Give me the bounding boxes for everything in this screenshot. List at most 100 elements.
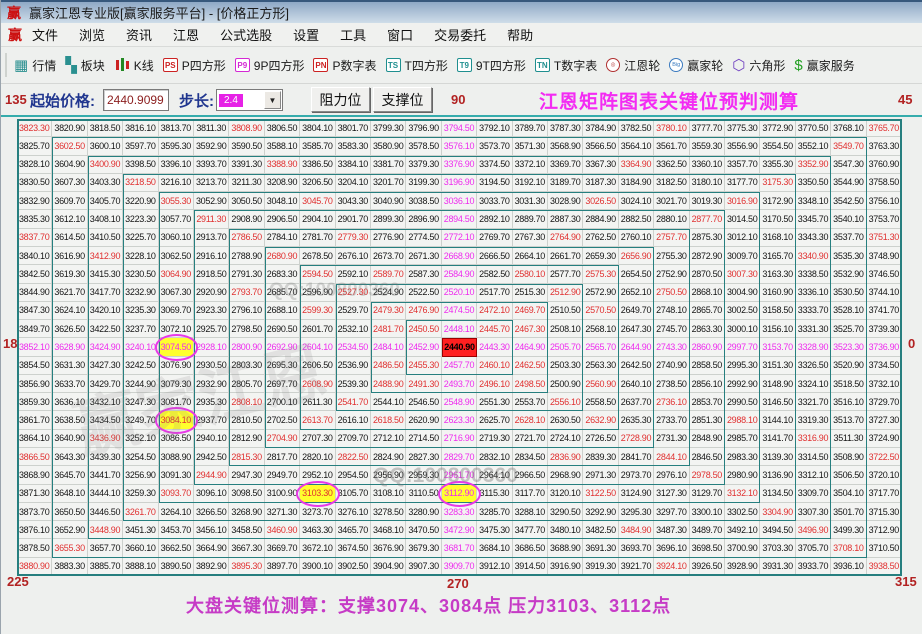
grid-cell: 3446.50 <box>87 502 124 522</box>
toolbar-button-liujiaoxing[interactable]: ⬡ 六角形 <box>732 57 785 74</box>
grid-cell: 3372.10 <box>512 155 548 174</box>
grid-cell: 2714.50 <box>406 429 442 449</box>
grid-cell: 3585.70 <box>300 137 336 156</box>
grid-cell: 2904.10 <box>300 210 336 229</box>
grid-cell: 2474.50 <box>441 301 478 321</box>
grid-cell: 3720.10 <box>866 466 902 485</box>
grid-cell: 2868.10 <box>689 283 725 302</box>
grid-cell: 3825.70 <box>17 137 53 156</box>
grid-cell: 2800.90 <box>229 338 265 357</box>
grid-cell: 3660.10 <box>123 539 159 558</box>
grid-cell: 3343.30 <box>795 228 832 247</box>
grid-cell: 2589.70 <box>371 265 407 284</box>
menu-item-3[interactable]: 江恩 <box>173 25 199 44</box>
grid-cell: 3494.50 <box>760 521 796 540</box>
grid-cell: 3513.70 <box>831 411 867 430</box>
grid-cell: 3067.30 <box>158 283 194 302</box>
start-price-input[interactable]: 2440.9099 <box>103 89 169 111</box>
grid-cell: 3396.10 <box>158 155 194 174</box>
grid-cell: 3451.30 <box>123 521 159 540</box>
grid-cell: 3038.50 <box>406 192 442 211</box>
grid-cell: 2546.50 <box>406 393 442 412</box>
toolbar-button-yingjialun[interactable]: Big 赢家轮 <box>669 57 723 74</box>
resistance-button[interactable]: 阻力位 <box>311 87 370 112</box>
grid-cell: 2966.50 <box>512 466 548 485</box>
grid-cell: 2577.70 <box>548 265 584 284</box>
grid-cell: 3261.70 <box>123 502 159 522</box>
toolbar-button-psifang[interactable]: PS P四方形 <box>162 57 226 74</box>
grid-cell: 2899.30 <box>371 210 407 229</box>
toolbar-label: T四方形 <box>404 58 448 73</box>
menu-item-6[interactable]: 工具 <box>340 25 366 44</box>
menu-item-5[interactable]: 设置 <box>293 25 319 44</box>
grid-cell: 3218.50 <box>123 173 159 193</box>
grid-cell: 3256.90 <box>123 466 159 485</box>
grid-cell: 3549.70 <box>831 137 867 156</box>
grid-cell: 2443.30 <box>477 338 513 357</box>
grid-cell: 2611.30 <box>300 393 336 412</box>
grid-cell: 2661.70 <box>548 246 584 266</box>
grid-cell: 3674.50 <box>335 539 371 558</box>
grid-cell: 3916.90 <box>548 557 584 576</box>
grid-cell: 3648.10 <box>52 484 88 503</box>
toolbar-button-fuwu[interactable]: $ 赢家服务 <box>794 57 854 74</box>
grid-cell: 2983.30 <box>725 448 761 467</box>
toolbar-button-tsifang[interactable]: TS T四方形 <box>385 57 448 74</box>
toolbar-button-9tsifang[interactable]: T9 9T四方形 <box>456 57 526 74</box>
toolbar-button-9psifang[interactable]: P9 9P四方形 <box>234 57 305 74</box>
step-dropdown[interactable]: 2.4 ▼ <box>216 89 283 111</box>
toolbar-label: 9P四方形 <box>253 58 305 73</box>
toolbar-button-tshuzi[interactable]: TN T数字表 <box>534 57 597 74</box>
grid-cell: 2731.30 <box>654 429 690 449</box>
menu-item-9[interactable]: 帮助 <box>507 25 533 44</box>
grid-cell: 2935.30 <box>194 393 230 412</box>
toolbar-button-pshuzi[interactable]: PN P数字表 <box>313 57 377 74</box>
grid-cell: 3619.30 <box>52 265 88 284</box>
grid-cell: 3878.50 <box>17 539 53 558</box>
grid-cell: 2656.90 <box>618 246 655 266</box>
grid-cell: 2520.10 <box>441 283 478 302</box>
grid-cell: 2942.50 <box>194 448 230 467</box>
grid-cell: 3168.10 <box>760 228 796 247</box>
grid-cell: 2748.10 <box>654 301 690 321</box>
grid-cell: 3928.90 <box>725 557 761 576</box>
grid-cell: 2851.30 <box>689 411 725 430</box>
grid-cell: 3799.30 <box>371 119 407 138</box>
grid-cell: 3278.50 <box>371 502 407 522</box>
menu-item-8[interactable]: 交易委托 <box>434 25 486 44</box>
grid-cell: 3357.70 <box>725 155 761 174</box>
toolbar-button-kxian[interactable]: K线 <box>114 57 154 74</box>
toolbar-button-hangqing[interactable]: ▦ 行情 <box>14 57 56 74</box>
page-caption: 江恩矩阵图表关键位预判测算 <box>539 92 800 113</box>
menu-item-0[interactable]: 文件 <box>32 25 58 44</box>
toolbar-button-jiangenlun[interactable]: ◎ 江恩轮 <box>606 57 660 74</box>
grid-cell: 2853.70 <box>689 393 725 412</box>
grid-cell: 2846.50 <box>689 448 725 467</box>
toolbar-button-bankuai[interactable]: ▚ 板块 <box>65 57 105 74</box>
menu-item-1[interactable]: 浏览 <box>79 25 105 44</box>
grid-cell: 3009.70 <box>725 246 761 266</box>
grid-cell: 3736.90 <box>866 338 902 357</box>
grid-cell: 3904.90 <box>371 557 407 576</box>
grid-cell: 2630.50 <box>548 411 584 430</box>
grid-cell: 2947.30 <box>229 466 265 485</box>
chevron-down-icon[interactable]: ▼ <box>264 91 281 109</box>
menu-item-4[interactable]: 公式选股 <box>220 25 272 44</box>
grid-cell: 2971.30 <box>583 466 619 485</box>
grid-cell: 2486.50 <box>371 356 407 375</box>
grid-cell: 2707.30 <box>300 429 336 449</box>
grid-cell: 2673.70 <box>371 246 407 266</box>
grid-cell: 2452.90 <box>406 338 442 357</box>
grid-cell: 3398.50 <box>123 155 159 174</box>
toolbar-label: 9T四方形 <box>475 58 526 73</box>
grid-cell: 3924.10 <box>654 557 690 576</box>
grid-cell: 3136.90 <box>760 466 796 485</box>
grid-cell: 3223.30 <box>123 210 159 229</box>
support-button[interactable]: 支撑位 <box>373 87 432 112</box>
grid-cell: 3230.50 <box>123 265 159 284</box>
grid-cell: 3696.10 <box>654 539 690 558</box>
grid-cell: 2505.70 <box>548 338 584 357</box>
menu-item-2[interactable]: 资讯 <box>126 25 152 44</box>
menu-item-7[interactable]: 窗口 <box>387 25 413 44</box>
grid-cell: 3393.70 <box>194 155 230 174</box>
